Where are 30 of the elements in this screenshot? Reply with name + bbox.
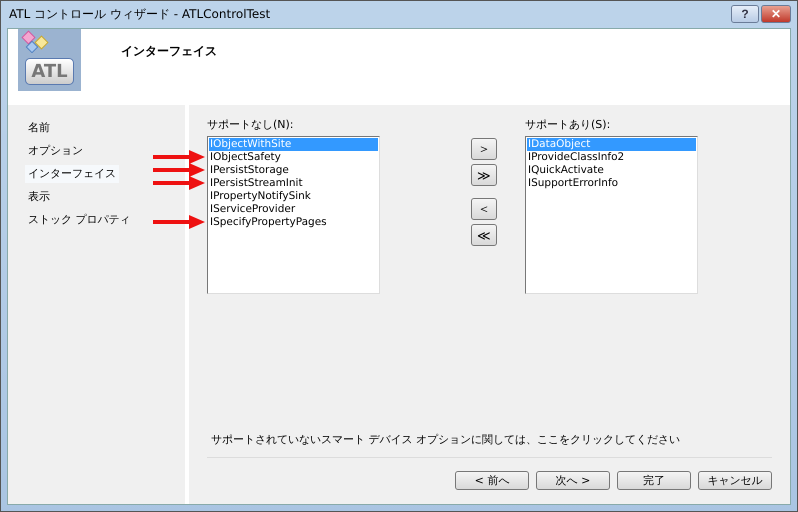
list-item[interactable]: IQuickActivate [527, 164, 696, 177]
help-button[interactable]: ? [731, 5, 759, 23]
sidebar-item[interactable]: ストック プロパティ [25, 211, 134, 229]
list-item[interactable]: IServiceProvider [209, 203, 378, 216]
remove-button[interactable]: ＜ [471, 198, 497, 220]
list-item[interactable]: IPersistStreamInit [209, 177, 378, 190]
sidebar-item[interactable]: オプション [25, 142, 86, 160]
list-item[interactable]: IProvideClassInfo2 [527, 151, 696, 164]
wizard-button[interactable]: 次へ > [536, 471, 610, 490]
help-link[interactable]: サポートされていないスマート デバイス オプションに関しては、ここをクリックしてください [207, 432, 772, 447]
remove-button[interactable]: ≪ [471, 224, 497, 246]
list-item[interactable]: IObjectSafety [209, 151, 378, 164]
list-item[interactable]: ISupportErrorInfo [527, 177, 696, 190]
wizard-button[interactable]: キャンセル [698, 471, 772, 490]
list-label: サポートあり(S): [525, 117, 612, 132]
atl-logo: ATL [18, 29, 81, 91]
add-button[interactable]: ＞ [471, 138, 497, 160]
sidebar-item[interactable]: 表示 [25, 188, 53, 206]
window-title: ATL コントロール ウィザード - ATLControlTest [8, 6, 270, 23]
supported-list[interactable]: IDataObject IProvideClassInfo2 IQuickActivate ISupportErrorInfo [525, 136, 698, 294]
list-item[interactable]: IPersistStorage [209, 164, 378, 177]
wizard-button[interactable]: 完了 [617, 471, 691, 490]
list-label: サポートなし(N): [207, 117, 295, 132]
list-item[interactable]: ISpecifyPropertyPages [209, 216, 378, 229]
list-item[interactable]: IPropertyNotifySink [209, 190, 378, 203]
wizard-button[interactable]: < 前へ [455, 471, 529, 490]
page-title: インターフェイス [121, 43, 217, 60]
sidebar-item[interactable]: 名前 [25, 119, 53, 137]
add-button[interactable]: ≫ [471, 164, 497, 186]
sidebar-item[interactable]: インターフェイス [25, 165, 119, 183]
